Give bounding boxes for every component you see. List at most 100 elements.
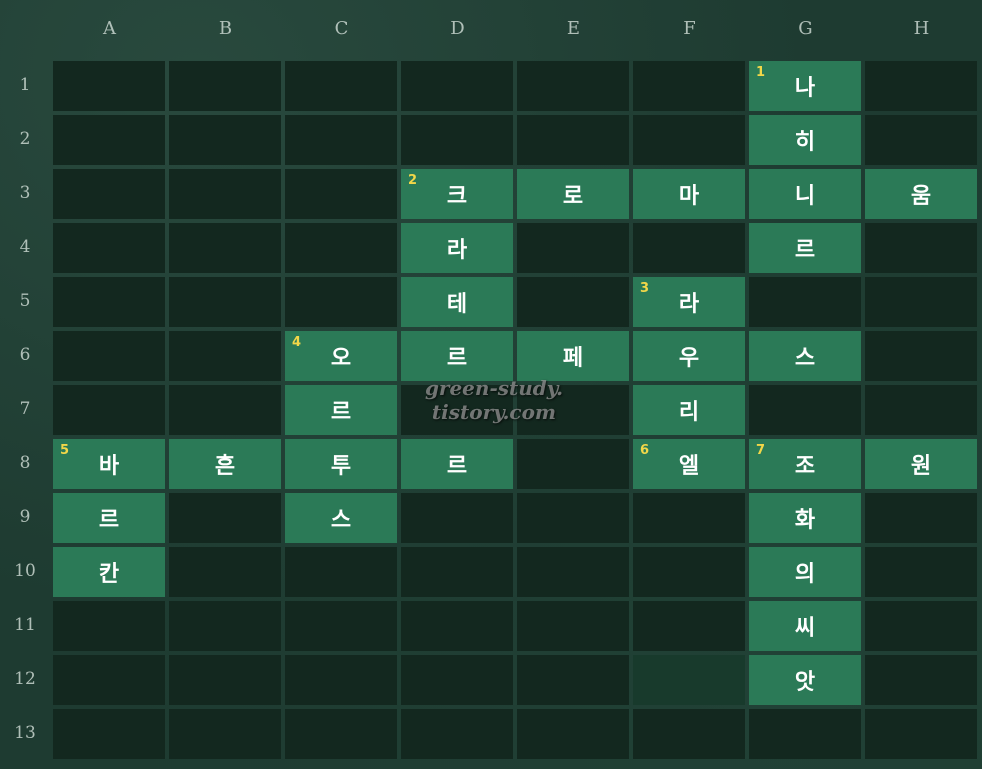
cell-c9[interactable]: 스 — [285, 493, 397, 543]
empty-cell-c12 — [285, 655, 397, 705]
empty-cell-h6 — [865, 331, 977, 381]
cell-e6[interactable]: 페 — [517, 331, 629, 381]
cell-a9[interactable]: 르 — [53, 493, 165, 543]
cell-g3[interactable]: 니 — [749, 169, 861, 219]
cell-letter: 르 — [794, 238, 816, 263]
cell-c7[interactable]: 르 — [285, 385, 397, 435]
empty-cell-c5 — [285, 277, 397, 327]
empty-cell-h4 — [865, 223, 977, 273]
cell-b8[interactable]: 흔 — [169, 439, 281, 489]
cell-letter: 마 — [678, 184, 700, 209]
empty-cell-h12 — [865, 655, 977, 705]
empty-cell-h13 — [865, 709, 977, 759]
cell-letter: 의 — [794, 562, 816, 587]
empty-cell-b11 — [169, 601, 281, 651]
column-header-e: E — [566, 18, 582, 39]
cell-letter: 우 — [678, 346, 700, 371]
column-header-a: A — [103, 18, 117, 39]
empty-cell-f13 — [633, 709, 745, 759]
crossword-board: ABCDEFGH 1 2 3 4 5 6 7 8 9 10 11 12 13 1나히2크로마니움라르테3… — [0, 0, 982, 769]
cell-d6[interactable]: 르 — [401, 331, 513, 381]
empty-cell-b1 — [169, 61, 281, 111]
empty-cell-d13 — [401, 709, 513, 759]
empty-cell-e7 — [517, 385, 629, 435]
cell-letter: 흔 — [214, 454, 236, 479]
empty-cell-h2 — [865, 115, 977, 165]
cell-letter: 바 — [98, 454, 120, 479]
empty-cell-a1 — [53, 61, 165, 111]
empty-cell-e12 — [517, 655, 629, 705]
row-header-2: 2 — [19, 129, 31, 149]
empty-cell-h11 — [865, 601, 977, 651]
row-header-1: 1 — [19, 75, 31, 95]
empty-cell-b13 — [169, 709, 281, 759]
row-header-7: 7 — [19, 399, 31, 419]
empty-cell-d12 — [401, 655, 513, 705]
empty-cell-d10 — [401, 547, 513, 597]
cell-f6[interactable]: 우 — [633, 331, 745, 381]
cell-a10[interactable]: 칸 — [53, 547, 165, 597]
cell-g9[interactable]: 화 — [749, 493, 861, 543]
row-header-12: 12 — [14, 669, 36, 689]
empty-cell-a11 — [53, 601, 165, 651]
cell-d4[interactable]: 라 — [401, 223, 513, 273]
cell-d8[interactable]: 르 — [401, 439, 513, 489]
empty-cell-c10 — [285, 547, 397, 597]
empty-cell-b6 — [169, 331, 281, 381]
cell-c8[interactable]: 투 — [285, 439, 397, 489]
cell-h8[interactable]: 원 — [865, 439, 977, 489]
cell-f8[interactable]: 6엘 — [633, 439, 745, 489]
cell-letter: 투 — [330, 454, 352, 479]
empty-cell-e10 — [517, 547, 629, 597]
cell-f7[interactable]: 리 — [633, 385, 745, 435]
empty-cell-f12 — [633, 655, 745, 705]
empty-cell-b9 — [169, 493, 281, 543]
cell-e3[interactable]: 로 — [517, 169, 629, 219]
cell-g12[interactable]: 앗 — [749, 655, 861, 705]
empty-cell-b7 — [169, 385, 281, 435]
cell-letter: 앗 — [794, 670, 816, 695]
row-header-9: 9 — [19, 507, 31, 527]
cell-letter: 로 — [562, 184, 584, 209]
empty-cell-e9 — [517, 493, 629, 543]
cell-a8[interactable]: 5바 — [53, 439, 165, 489]
cell-g6[interactable]: 스 — [749, 331, 861, 381]
cell-h3[interactable]: 움 — [865, 169, 977, 219]
cell-g4[interactable]: 르 — [749, 223, 861, 273]
empty-cell-e8 — [517, 439, 629, 489]
cell-g1[interactable]: 1나 — [749, 61, 861, 111]
cell-g11[interactable]: 씨 — [749, 601, 861, 651]
column-header-c: C — [334, 18, 350, 39]
empty-cell-a5 — [53, 277, 165, 327]
cell-letter: 르 — [98, 508, 120, 533]
cell-letter: 씨 — [794, 616, 816, 641]
cell-f3[interactable]: 마 — [633, 169, 745, 219]
cell-f5[interactable]: 3라 — [633, 277, 745, 327]
cell-letter: 움 — [910, 184, 932, 209]
column-header-g: G — [798, 18, 814, 39]
empty-cell-a13 — [53, 709, 165, 759]
empty-cell-e2 — [517, 115, 629, 165]
cell-d3[interactable]: 2크 — [401, 169, 513, 219]
empty-cell-b4 — [169, 223, 281, 273]
empty-cell-h5 — [865, 277, 977, 327]
empty-cell-f1 — [633, 61, 745, 111]
cell-g10[interactable]: 의 — [749, 547, 861, 597]
cell-letter: 크 — [446, 184, 468, 209]
empty-cell-a3 — [53, 169, 165, 219]
cell-letter: 조 — [794, 454, 816, 479]
cell-letter: 리 — [678, 400, 700, 425]
cell-letter: 엘 — [678, 454, 700, 479]
cell-c6[interactable]: 4오 — [285, 331, 397, 381]
cell-g2[interactable]: 히 — [749, 115, 861, 165]
column-header-f: F — [683, 18, 697, 39]
cell-g8[interactable]: 7조 — [749, 439, 861, 489]
empty-cell-d1 — [401, 61, 513, 111]
cell-letter: 화 — [794, 508, 816, 533]
cell-letter: 르 — [446, 454, 468, 479]
cell-letter: 오 — [330, 346, 352, 371]
empty-cell-c2 — [285, 115, 397, 165]
cell-d5[interactable]: 테 — [401, 277, 513, 327]
row-header-13: 13 — [14, 723, 36, 743]
row-header-5: 5 — [19, 291, 31, 311]
